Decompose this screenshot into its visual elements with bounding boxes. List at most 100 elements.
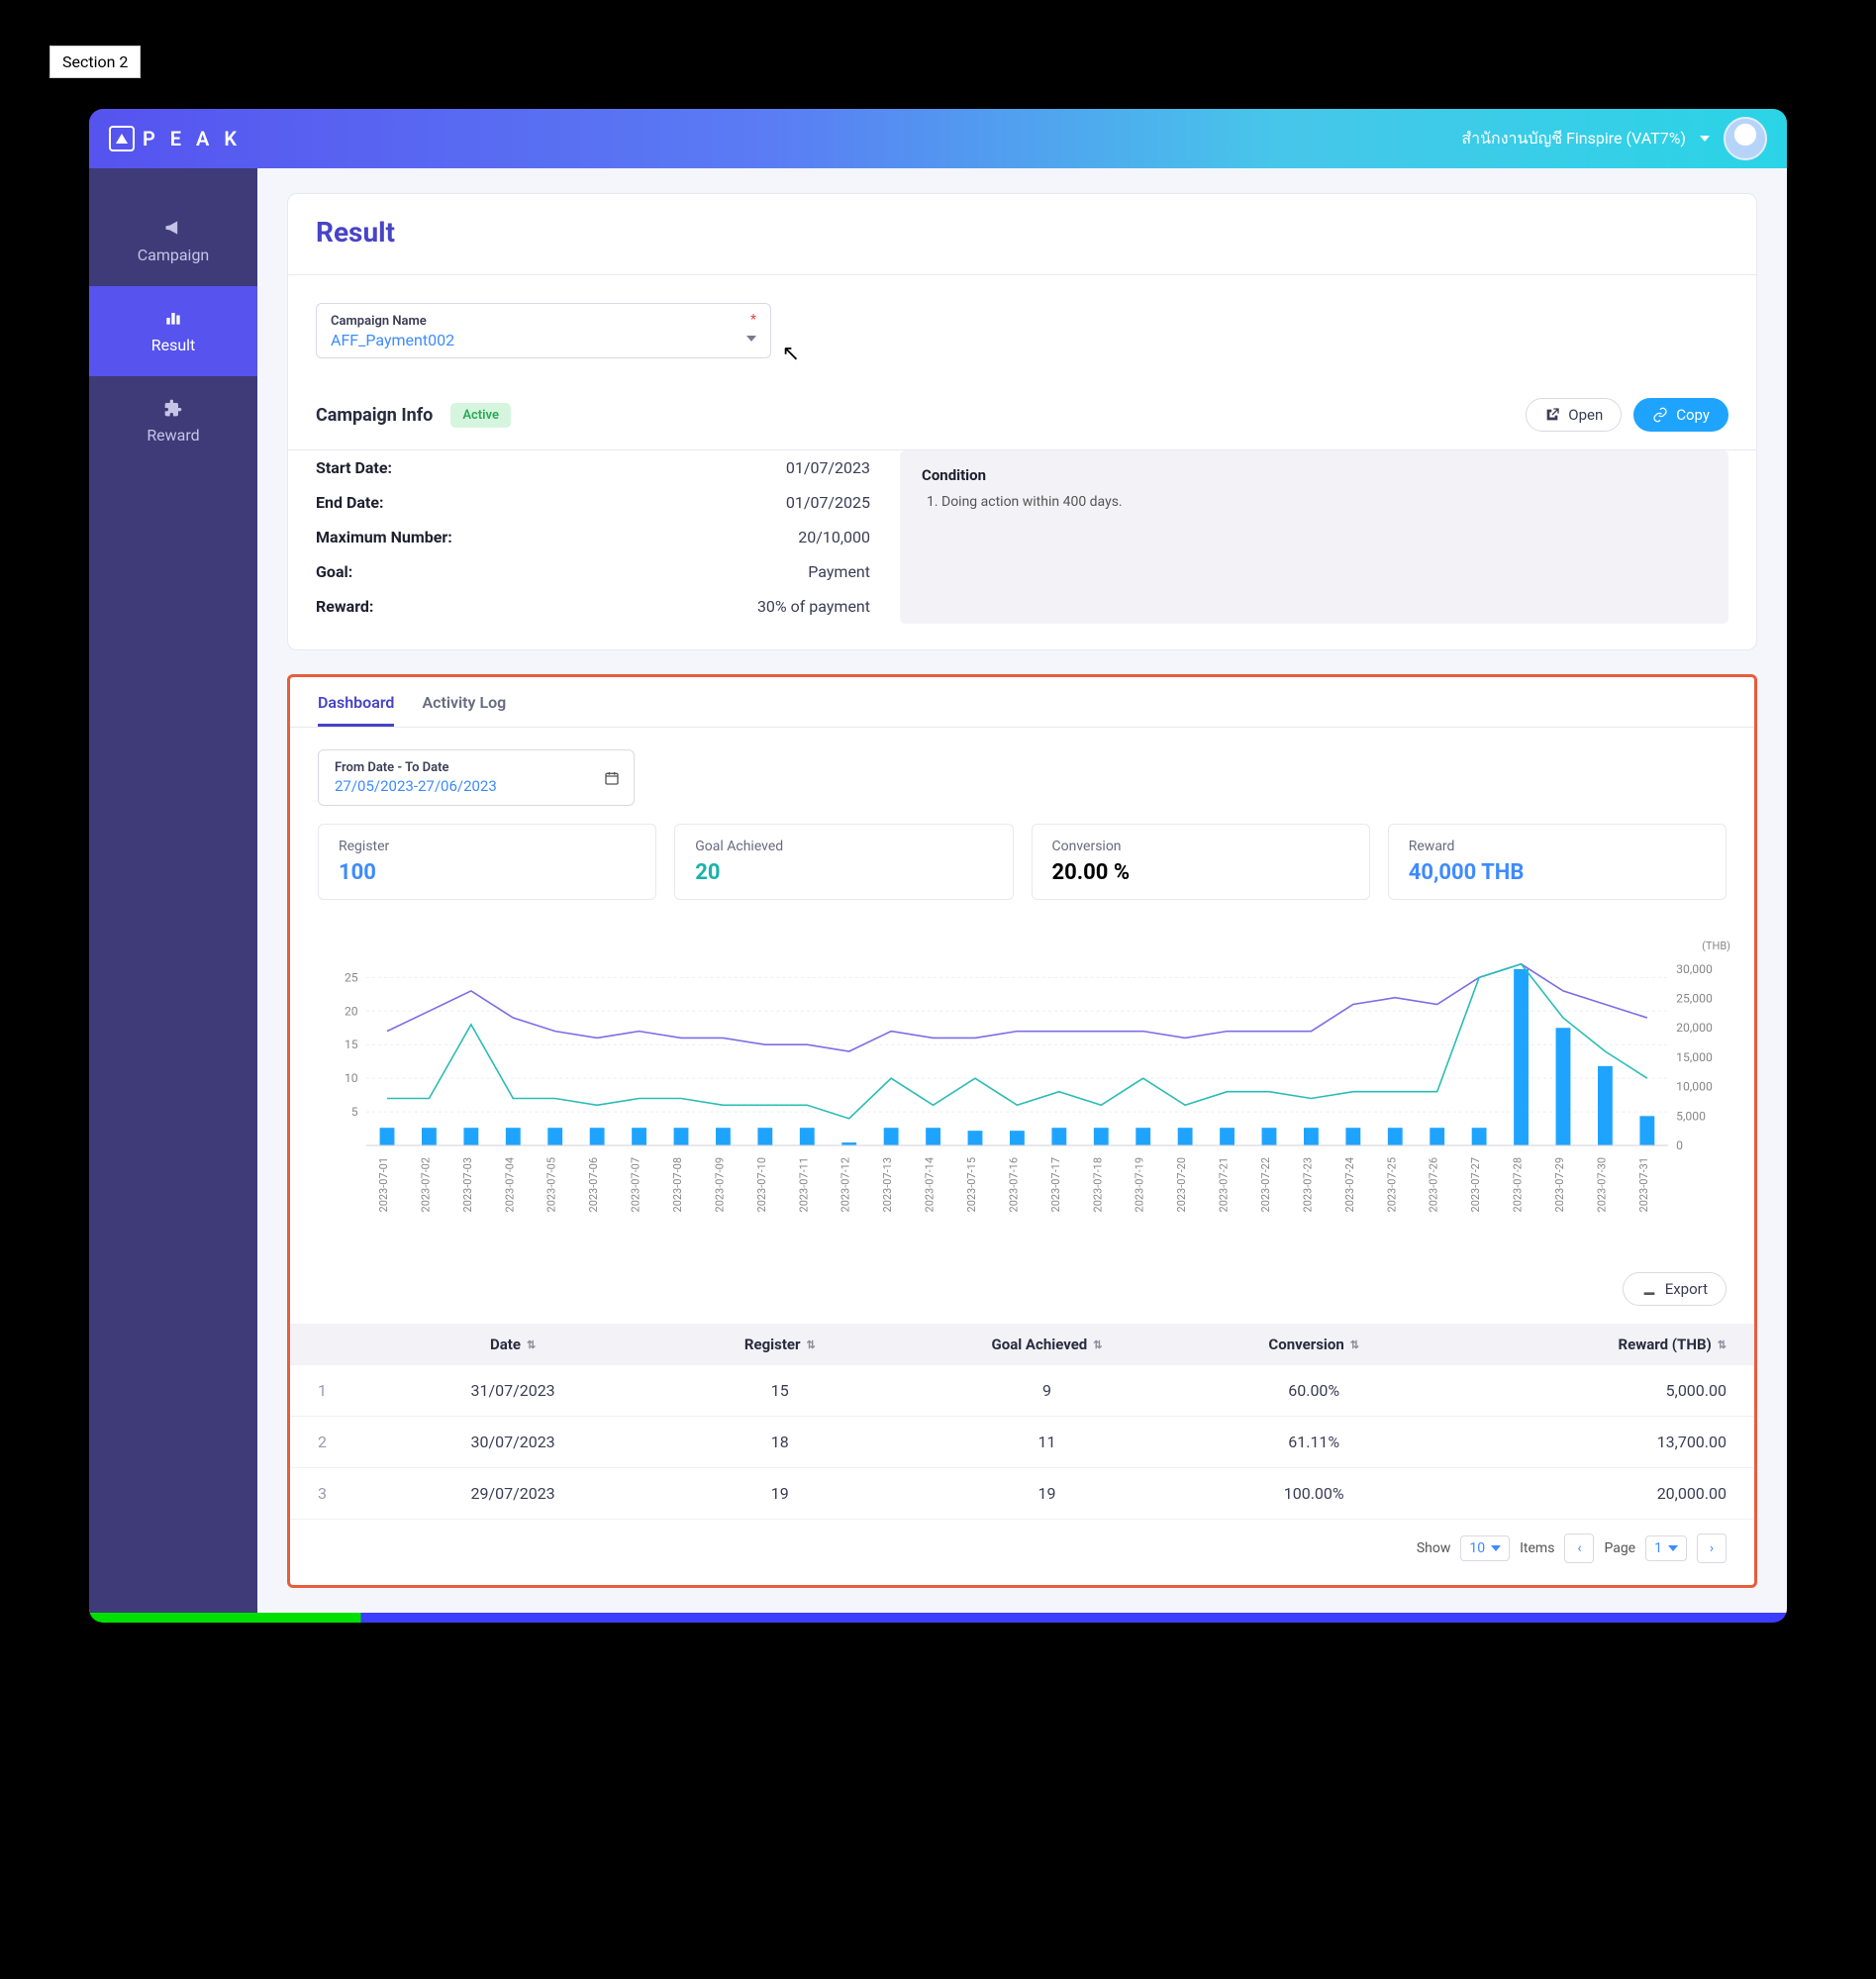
info-value: 20/10,000: [798, 528, 870, 546]
external-link-icon: [1544, 407, 1560, 423]
info-row: Maximum Number: 20/10,000: [316, 520, 870, 554]
svg-text:2023-07-21: 2023-07-21: [1217, 1157, 1230, 1212]
campaign-info-list: Start Date:01/07/2023End Date:01/07/2025…: [316, 450, 870, 624]
svg-text:20: 20: [345, 1004, 358, 1018]
cell-reward: 5,000.00: [1435, 1381, 1727, 1400]
cell-register: 18: [658, 1433, 901, 1451]
sort-icon: ⇅: [1093, 1338, 1102, 1351]
info-row: Reward:30% of payment: [316, 589, 870, 624]
info-value: 01/07/2023: [786, 458, 870, 477]
megaphone-icon: [163, 218, 183, 238]
sort-icon: ⇅: [807, 1338, 816, 1351]
right-axis-label: (THB): [1702, 940, 1730, 952]
svg-text:2023-07-23: 2023-07-23: [1301, 1157, 1314, 1212]
table-row: 329/07/20231919100.00%20,000.00: [290, 1468, 1754, 1520]
date-range-label: From Date - To Date: [335, 760, 618, 775]
svg-text:2023-07-10: 2023-07-10: [755, 1157, 768, 1212]
svg-text:2023-07-26: 2023-07-26: [1428, 1157, 1440, 1212]
svg-text:2023-07-29: 2023-07-29: [1553, 1157, 1566, 1212]
sidebar-item-reward[interactable]: Reward: [89, 376, 257, 466]
status-badge: Active: [450, 403, 511, 428]
cell-reward: 13,700.00: [1435, 1433, 1727, 1451]
kpi-value: 40,000 THB: [1409, 860, 1706, 885]
app-window: P E A K สำนักงานบัญชี Finspire (VAT7%) C…: [89, 109, 1787, 1623]
col-date[interactable]: Date⇅: [367, 1336, 658, 1353]
kpi-label: Goal Achieved: [695, 839, 992, 854]
svg-text:2023-07-19: 2023-07-19: [1134, 1157, 1146, 1212]
kpi-value: 20.00 %: [1052, 860, 1349, 885]
svg-text:2023-07-12: 2023-07-12: [839, 1157, 852, 1212]
svg-text:2023-07-15: 2023-07-15: [965, 1157, 978, 1212]
info-label: Reward:: [316, 597, 373, 616]
svg-text:5: 5: [351, 1105, 358, 1119]
page-title: Result: [316, 216, 1728, 248]
info-label: Maximum Number:: [316, 528, 452, 546]
svg-text:2023-07-27: 2023-07-27: [1469, 1157, 1482, 1212]
campaign-select-label: Campaign Name: [331, 314, 756, 329]
sidebar: Campaign Result Reward: [89, 168, 257, 1613]
svg-text:2023-07-13: 2023-07-13: [881, 1157, 894, 1212]
open-button[interactable]: Open: [1526, 398, 1622, 432]
prev-page-button[interactable]: ‹: [1564, 1534, 1594, 1563]
campaign-select[interactable]: * Campaign Name AFF_Payment002 ↖: [316, 303, 771, 358]
svg-text:2023-07-17: 2023-07-17: [1049, 1157, 1062, 1212]
svg-text:2023-07-06: 2023-07-06: [587, 1157, 600, 1212]
condition-item: Doing action within 400 days.: [941, 494, 1707, 510]
export-button[interactable]: Export: [1623, 1272, 1727, 1306]
date-range-picker[interactable]: From Date - To Date 27/05/2023-27/06/202…: [318, 749, 635, 806]
info-label: End Date:: [316, 493, 383, 512]
tab-dashboard[interactable]: Dashboard: [318, 693, 394, 727]
chevron-down-icon[interactable]: [1700, 136, 1710, 142]
tab-activity-log[interactable]: Activity Log: [422, 693, 506, 727]
svg-text:0: 0: [1676, 1138, 1683, 1152]
svg-text:2023-07-08: 2023-07-08: [671, 1157, 684, 1212]
next-page-button[interactable]: ›: [1697, 1534, 1727, 1563]
kpi-card: Conversion20.00 %: [1032, 824, 1370, 900]
info-row: End Date: 01/07/2025: [316, 485, 870, 520]
svg-text:2023-07-28: 2023-07-28: [1511, 1157, 1524, 1212]
col-goal[interactable]: Goal Achieved⇅: [901, 1336, 1192, 1353]
svg-text:30,000: 30,000: [1676, 962, 1713, 976]
svg-text:2023-07-18: 2023-07-18: [1091, 1157, 1104, 1212]
table-row: 230/07/2023181161.11%13,700.00: [290, 1417, 1754, 1468]
svg-text:2023-07-01: 2023-07-01: [377, 1157, 390, 1212]
kpi-card: Register100: [318, 824, 656, 900]
info-value: 01/07/2025: [786, 493, 870, 512]
sidebar-item-result[interactable]: Result: [89, 286, 257, 376]
svg-text:20,000: 20,000: [1676, 1021, 1713, 1035]
chevron-down-icon: [746, 336, 756, 342]
cursor-icon: ↖: [782, 342, 800, 366]
col-register[interactable]: Register⇅: [658, 1336, 901, 1353]
cell-goal: 19: [901, 1484, 1192, 1503]
cell-date: 31/07/2023: [367, 1381, 658, 1400]
copy-button[interactable]: Copy: [1633, 398, 1728, 432]
table-row: 131/07/202315960.00%5,000.00: [290, 1365, 1754, 1417]
logo-text: P E A K: [143, 127, 242, 150]
calendar-icon: [604, 770, 620, 786]
info-label: Goal:: [316, 562, 352, 581]
sidebar-item-campaign[interactable]: Campaign: [89, 196, 257, 286]
sidebar-item-label: Result: [151, 336, 196, 354]
kpi-value: 100: [339, 860, 636, 885]
page-select[interactable]: 1: [1645, 1535, 1687, 1561]
col-reward[interactable]: Reward (THB)⇅: [1435, 1336, 1727, 1353]
sort-icon: ⇅: [527, 1338, 536, 1351]
sort-icon: ⇅: [1350, 1338, 1359, 1351]
pager-show-label: Show: [1417, 1540, 1451, 1556]
svg-text:2023-07-30: 2023-07-30: [1595, 1157, 1608, 1212]
cell-date: 29/07/2023: [367, 1484, 658, 1503]
info-value: Payment: [808, 562, 870, 581]
sidebar-item-label: Campaign: [138, 246, 210, 264]
avatar[interactable]: [1724, 117, 1767, 160]
sidebar-item-label: Reward: [147, 426, 199, 445]
col-conversion[interactable]: Conversion⇅: [1193, 1336, 1435, 1353]
section-tag: Section 2: [49, 46, 141, 78]
date-range-value: 27/05/2023-27/06/2023: [335, 777, 618, 795]
kpi-card: Goal Achieved20: [674, 824, 1013, 900]
campaign-select-value: AFF_Payment002: [331, 331, 756, 349]
cell-conv: 60.00%: [1193, 1381, 1435, 1400]
bottom-accent-bar: [89, 1613, 1787, 1623]
bar-chart-icon: [163, 308, 183, 328]
info-row: Goal: Payment: [316, 554, 870, 589]
page-size-select[interactable]: 10: [1460, 1535, 1510, 1561]
